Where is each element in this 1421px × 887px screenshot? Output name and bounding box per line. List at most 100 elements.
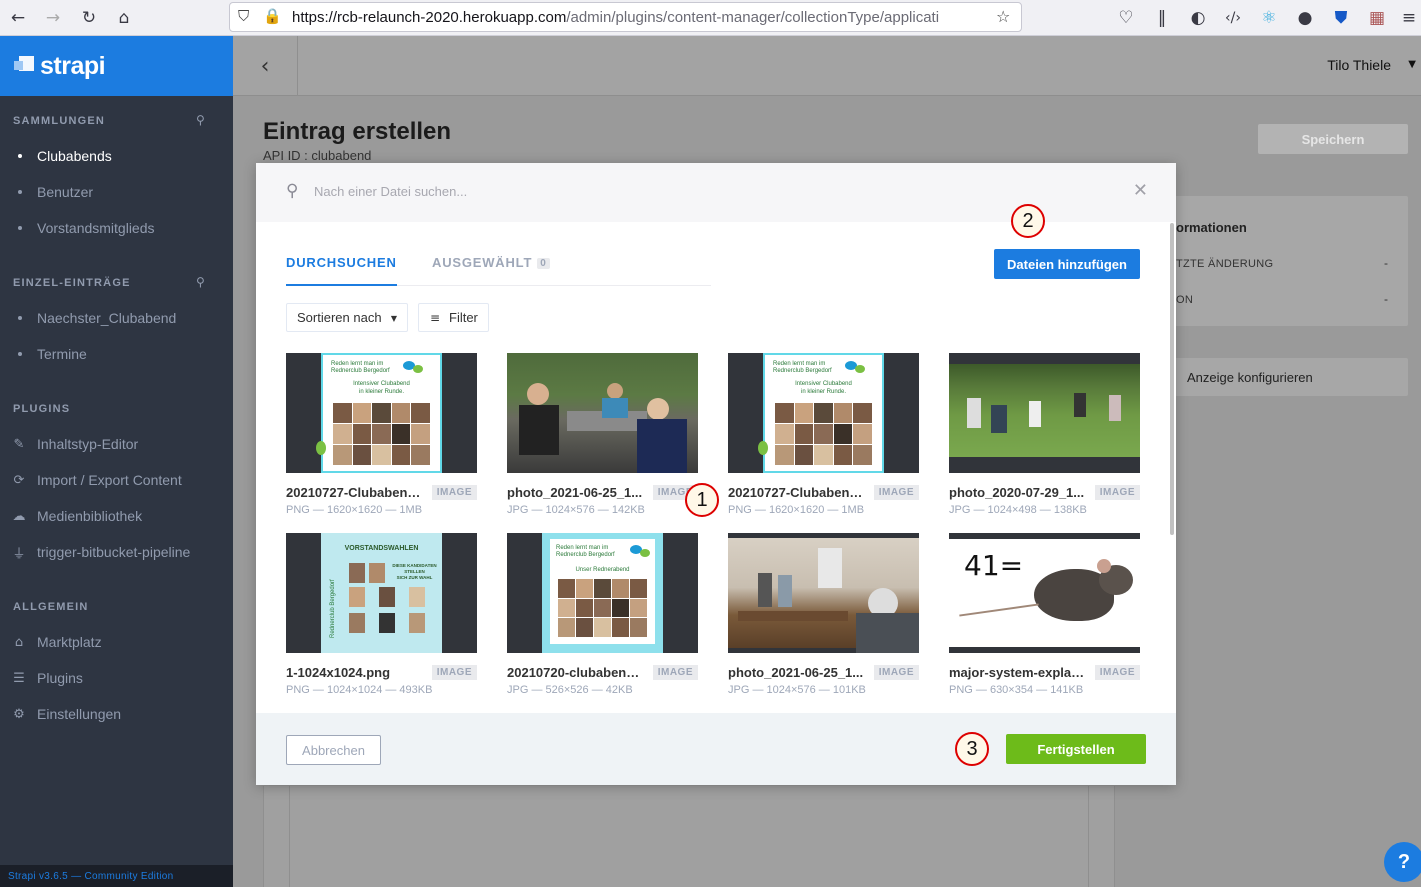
- reload-icon[interactable]: ↻: [77, 6, 101, 30]
- shop-icon: ⌂: [14, 634, 24, 650]
- section-title-plugins: PLUGINS: [13, 403, 71, 415]
- asset-card[interactable]: photo_2020-07-29_1... IMAGE JPG — 1024×4…: [949, 353, 1140, 528]
- section-title-einzel-eintraege: EINZEL-EINTRÄGE: [13, 277, 131, 289]
- search-icon[interactable]: ⚲: [196, 275, 205, 289]
- forward-arrow-icon[interactable]: →: [41, 6, 65, 30]
- asset-meta: PNG — 1620×1620 — 1MB: [728, 504, 865, 516]
- shield-icon[interactable]: ⛉: [238, 7, 249, 25]
- flyer-image: Reden lernt man im Rednerclub Bergedorf …: [321, 353, 442, 473]
- caret-down-icon[interactable]: ▼: [1408, 59, 1416, 70]
- sort-label: Sortieren nach: [297, 310, 382, 325]
- sidebar-item-marktplatz[interactable]: ⌂ Marktplatz: [0, 624, 233, 660]
- configure-view-button[interactable]: Anzeige konfigurieren: [1160, 358, 1408, 396]
- rat-tail-shape: [959, 603, 1039, 617]
- strapi-logo[interactable]: strapi: [0, 36, 233, 96]
- asset-type-badge: IMAGE: [1094, 485, 1140, 500]
- asset-card[interactable]: Reden lernt man im Rednerclub Bergedorf …: [507, 533, 698, 708]
- asset-name: 1-1024x1024.png: [286, 665, 391, 680]
- bubble-shape: [855, 365, 865, 373]
- filter-label: Filter: [449, 310, 478, 325]
- sidebar-item-trigger-pipeline[interactable]: ⏚ trigger-bitbucket-pipeline: [0, 534, 233, 570]
- devtools-icon[interactable]: ‹/›: [1221, 6, 1245, 30]
- candidate-photo: [379, 587, 395, 607]
- save-button[interactable]: Speichern: [1258, 124, 1408, 154]
- page-title: Eintrag erstellen: [263, 118, 452, 145]
- faces-collage: [333, 403, 430, 465]
- menu-icon[interactable]: ≡: [1397, 6, 1421, 30]
- tab-durchsuchen[interactable]: DURCHSUCHEN: [286, 255, 397, 286]
- asset-thumbnail: Reden lernt man im Rednerclub Bergedorf …: [728, 353, 919, 473]
- sidebar-item-import-export[interactable]: ⟳ Import / Export Content: [0, 462, 233, 498]
- back-arrow-icon[interactable]: ←: [6, 6, 30, 30]
- paintbrush-icon: ✎: [13, 436, 25, 452]
- search-input[interactable]: Nach einer Datei suchen...: [314, 184, 467, 199]
- sidebar-item-benutzer[interactable]: Benutzer: [0, 174, 233, 210]
- pocket-icon[interactable]: ♡: [1114, 6, 1138, 30]
- extension-grid-icon[interactable]: ▦: [1365, 6, 1389, 30]
- person-shape: [1074, 393, 1086, 417]
- flyer-inner: Reden lernt man im Rednerclub Bergedorf …: [550, 539, 655, 644]
- rat-number-text: 41=: [964, 549, 1024, 582]
- caret-down-icon: ▼: [390, 314, 397, 323]
- asset-type-badge: IMAGE: [652, 665, 698, 680]
- sidebar-item-vorstandsmitglieds[interactable]: Vorstandsmitglieds: [0, 210, 233, 246]
- info-value: -: [1384, 256, 1388, 270]
- asset-card[interactable]: photo_2021-06-25_1... IMAGE JPG — 1024×5…: [728, 533, 919, 708]
- sidebar-item-label: Import / Export Content: [37, 472, 182, 488]
- asset-card[interactable]: photo_2021-06-25_1... IMAGE JPG — 1024×5…: [507, 353, 698, 528]
- asset-card[interactable]: Reden lernt man im Rednerclub Bergedorf …: [728, 353, 919, 528]
- person-shape: [758, 573, 772, 607]
- person-shape: [637, 419, 687, 473]
- add-files-button[interactable]: Dateien hinzufügen: [994, 249, 1140, 279]
- bullet-icon: [18, 190, 22, 194]
- person-shape: [602, 398, 628, 418]
- sidebar-item-label: Medienbibliothek: [37, 508, 143, 524]
- sidebar-item-termine[interactable]: Termine: [0, 336, 233, 372]
- bookmark-star-icon[interactable]: ☆: [996, 7, 1010, 26]
- extension-icon[interactable]: ●: [1293, 6, 1317, 30]
- cancel-button[interactable]: Abbrechen: [286, 735, 381, 765]
- person-shape: [519, 405, 559, 455]
- asset-thumbnail: Reden lernt man im Rednerclub Bergedorf …: [507, 533, 698, 653]
- asset-grid: Reden lernt man im Rednerclub Bergedorf …: [286, 353, 1146, 713]
- ublock-icon[interactable]: ⛊: [1329, 6, 1353, 30]
- person-shape: [1029, 401, 1041, 427]
- sidebar-item-label: Plugins: [37, 670, 83, 686]
- search-icon: ⚲: [286, 181, 299, 201]
- url-bar[interactable]: ⛉ 🔒 https://rcb-relaunch-2020.herokuapp.…: [229, 2, 1022, 32]
- modal-scrollbar[interactable]: [1170, 223, 1174, 535]
- asset-type-badge: IMAGE: [873, 665, 919, 680]
- candidate-photo: [349, 587, 365, 607]
- back-chevron-icon[interactable]: ‹: [233, 36, 298, 96]
- asset-meta: JPG — 526×526 — 42KB: [507, 684, 633, 696]
- asset-card[interactable]: Reden lernt man im Rednerclub Bergedorf …: [286, 353, 477, 528]
- close-icon[interactable]: ✕: [1133, 180, 1148, 201]
- help-button[interactable]: ?: [1384, 842, 1421, 882]
- search-icon[interactable]: ⚲: [196, 113, 205, 127]
- user-menu[interactable]: Tilo Thiele: [1327, 57, 1391, 73]
- flyer-header: Reden lernt man im Rednerclub Bergedorf: [773, 361, 832, 375]
- filter-button[interactable]: ≡ Filter: [418, 303, 489, 332]
- sidebar-item-medienbibliothek[interactable]: ☁ Medienbibliothek: [0, 498, 233, 534]
- sync-icon: ⟳: [13, 472, 25, 488]
- sidebar-item-label: Einstellungen: [37, 706, 122, 722]
- candidate-photo: [349, 613, 365, 633]
- tab-ausgewaehlt[interactable]: AUSGEWÄHLT 0: [432, 255, 550, 278]
- sidebar-item-naechster-clubabend[interactable]: Naechster_Clubabend: [0, 300, 233, 336]
- sidebar-item-einstellungen[interactable]: ⚙ Einstellungen: [0, 696, 233, 732]
- sidebar-item-clubabends[interactable]: Clubabends: [0, 138, 233, 174]
- asset-card[interactable]: 41= major-system-explana... IMAGE PNG — …: [949, 533, 1140, 708]
- library-icon[interactable]: ‖: [1150, 6, 1174, 30]
- react-devtools-icon[interactable]: ⚛: [1257, 6, 1281, 30]
- lock-icon[interactable]: 🔒: [263, 7, 282, 25]
- finish-button[interactable]: Fertigstellen: [1006, 734, 1146, 764]
- theme-icon[interactable]: ◐: [1186, 6, 1210, 30]
- sort-dropdown[interactable]: Sortieren nach ▼: [286, 303, 408, 332]
- asset-meta: JPG — 1024×576 — 142KB: [507, 504, 645, 516]
- info-label-by: ON: [1176, 294, 1194, 306]
- asset-card[interactable]: VORSTANDSWAHLEN DIESE KANDIDATEN STELLEN…: [286, 533, 477, 708]
- sidebar-item-inhaltstyp-editor[interactable]: ✎ Inhaltstyp-Editor: [0, 426, 233, 462]
- home-icon[interactable]: ⌂: [112, 6, 136, 30]
- sidebar-item-plugins[interactable]: ☰ Plugins: [0, 660, 233, 696]
- vorstand-poster: VORSTANDSWAHLEN DIESE KANDIDATEN STELLEN…: [321, 533, 442, 653]
